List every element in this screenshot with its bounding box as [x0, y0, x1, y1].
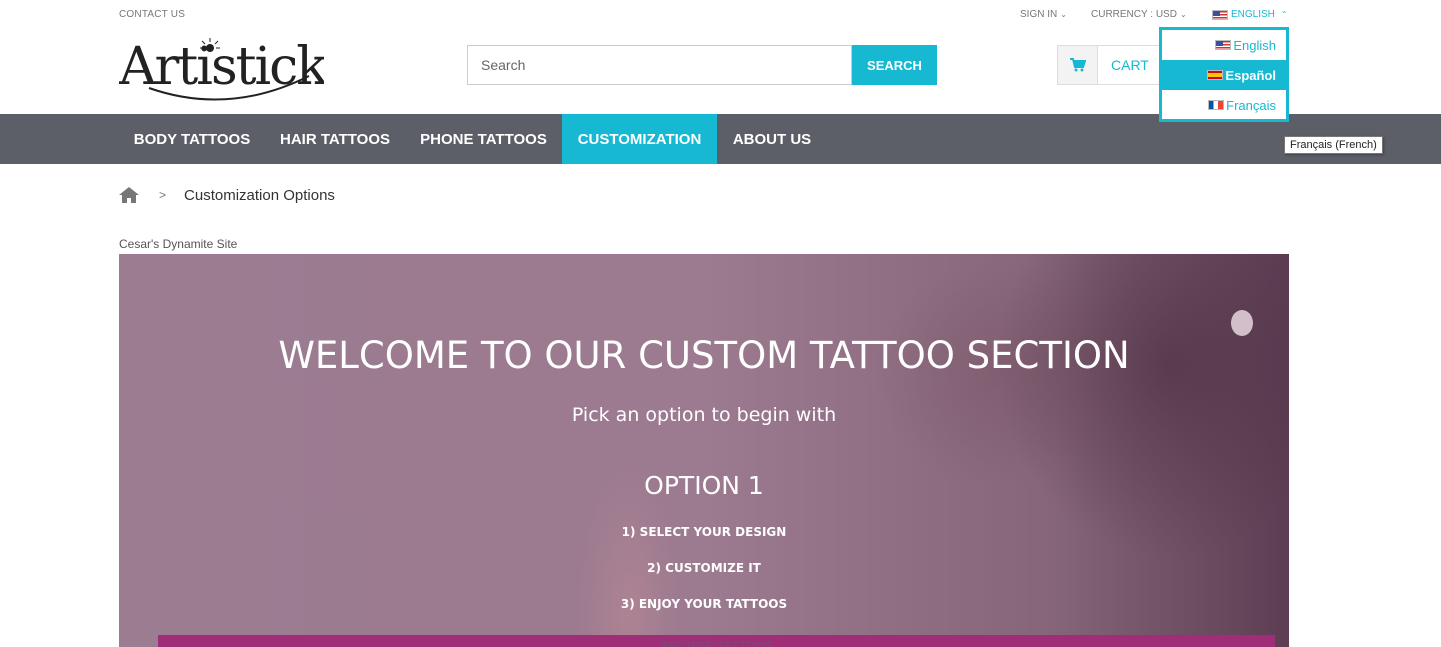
nav-item-hair-tattoos[interactable]: HAIR TATTOOS [265, 114, 405, 164]
site-label: Cesar's Dynamite Site [119, 237, 238, 251]
breadcrumb: > Customization Options [119, 186, 335, 204]
cart-icon [1058, 46, 1098, 84]
language-option-label: English [1233, 37, 1276, 53]
language-label: ENGLISH [1231, 9, 1275, 20]
logo-image: Artistick [118, 37, 330, 101]
sign-in-label: SIGN IN [1020, 9, 1058, 20]
hero-subtitle: Pick an option to begin with [571, 404, 837, 426]
search-bar: SEARCH [467, 45, 937, 85]
step-3: 3) ENJOY YOUR TATTOOS [620, 597, 788, 611]
tooltip: Français (French) [1284, 136, 1383, 154]
contact-us-link[interactable]: CONTACT US [119, 9, 185, 20]
browse-tattoos-button[interactable]: BROWSE TATTOOS [158, 635, 1275, 647]
home-icon[interactable] [119, 186, 139, 204]
hero-photo-detail [1231, 310, 1253, 336]
breadcrumb-separator: > [159, 188, 167, 202]
breadcrumb-current: Customization Options [184, 186, 335, 204]
top-bar: CONTACT US SIGN IN ⌄ CURRENCY : USD ⌄ ENGL… [0, 0, 1441, 30]
language-option-english[interactable]: English [1162, 30, 1286, 60]
cart-button[interactable]: CART [1057, 45, 1167, 85]
search-button[interactable]: SEARCH [852, 45, 937, 85]
chevron-down-icon: ⌄ [1060, 10, 1067, 19]
cart-label: CART [1111, 57, 1149, 73]
nav-item-body-tattoos[interactable]: BODY TATTOOS [119, 114, 265, 164]
currency-label: CURRENCY : USD [1091, 9, 1177, 20]
language-option-label: Français [1226, 97, 1276, 113]
us-flag-icon [1212, 9, 1228, 20]
sign-in-menu[interactable]: SIGN IN ⌄ [1020, 9, 1067, 20]
step-1: 1) SELECT YOUR DESIGN [621, 525, 787, 539]
hero-banner: WELCOME TO OUR CUSTOM TATTOO SECTION Pic… [119, 254, 1289, 647]
language-dropdown: English Español Français [1159, 27, 1289, 122]
hero-title: WELCOME TO OUR CUSTOM TATTOO SECTION [278, 334, 1130, 377]
us-flag-icon [1215, 40, 1232, 50]
nav-item-phone-tattoos[interactable]: PHONE TATTOOS [405, 114, 562, 164]
language-menu[interactable]: ENGLISH ⌃ [1212, 9, 1288, 20]
site-logo[interactable]: Artistick [118, 36, 330, 108]
currency-menu[interactable]: CURRENCY : USD ⌄ [1091, 9, 1187, 20]
chevron-up-icon: ⌃ [1280, 10, 1288, 19]
search-input[interactable] [467, 45, 852, 85]
language-option-label: Español [1225, 67, 1276, 83]
nav-item-about-us[interactable]: ABOUT US [717, 114, 827, 164]
fr-flag-icon [1208, 100, 1225, 110]
step-2: 2) CUSTOMIZE IT [647, 561, 761, 575]
nav-item-customization[interactable]: CUSTOMIZATION [562, 114, 717, 164]
chevron-down-icon: ⌄ [1179, 10, 1187, 19]
option-heading: OPTION 1 [644, 471, 764, 500]
language-option-francais[interactable]: Français [1162, 90, 1286, 120]
language-option-espanol[interactable]: Español [1162, 60, 1286, 90]
es-flag-icon [1207, 70, 1224, 80]
